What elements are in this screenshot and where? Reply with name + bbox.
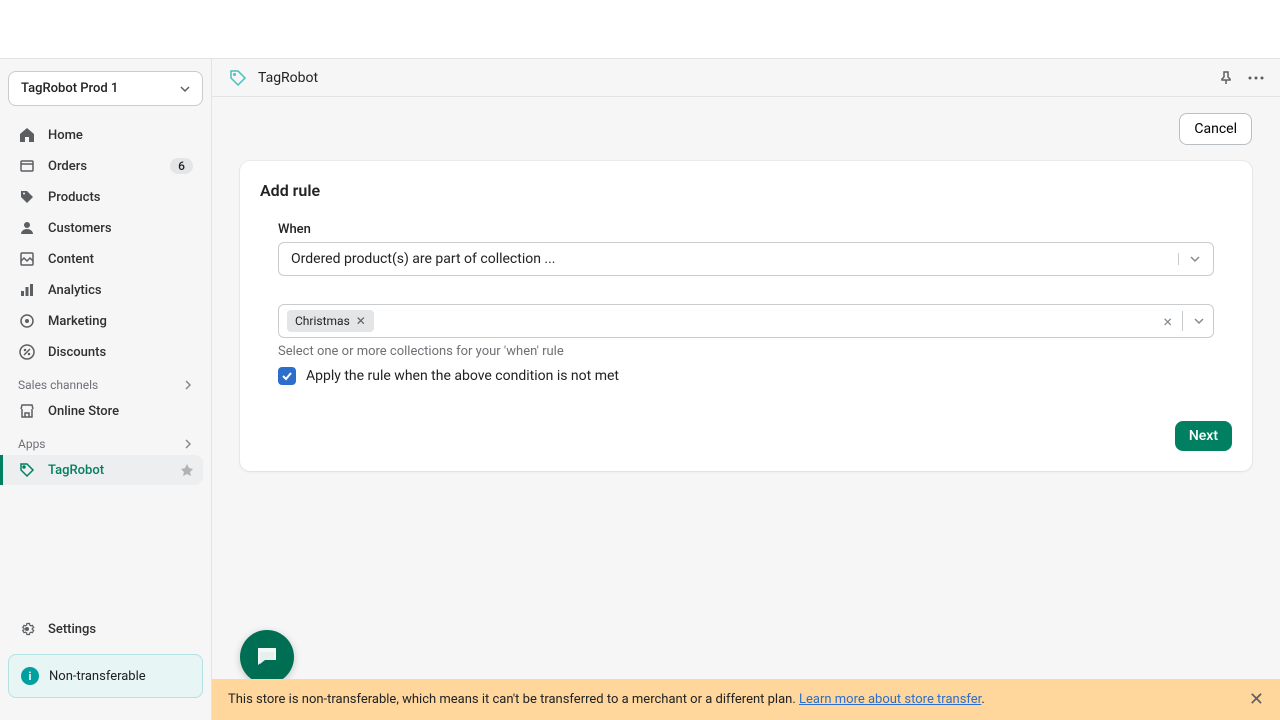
marketing-icon	[18, 312, 36, 330]
nav-label: Marketing	[48, 314, 107, 329]
nav-online-store[interactable]: Online Store	[8, 396, 203, 426]
chevron-down-icon	[180, 84, 190, 94]
nav-label: Content	[48, 252, 94, 267]
gear-icon	[18, 620, 36, 638]
negate-checkbox[interactable]	[278, 367, 296, 385]
divider	[1182, 311, 1183, 331]
add-rule-card: Add rule When Ordered product(s) are par…	[240, 161, 1252, 471]
app-header-bar: TagRobot	[212, 59, 1280, 97]
chevron-down-icon	[1178, 253, 1201, 265]
nav-tagrobot[interactable]: TagRobot	[0, 455, 203, 485]
nav-label: Customers	[48, 221, 112, 236]
checkbox-label: Apply the rule when the above condition …	[306, 368, 619, 384]
close-banner-icon[interactable]: ✕	[1249, 689, 1264, 710]
top-spacer	[0, 0, 1280, 59]
nav-label: Settings	[48, 622, 96, 637]
customers-icon	[18, 219, 36, 237]
select-value: Ordered product(s) are part of collectio…	[291, 251, 556, 267]
nav-label: Online Store	[48, 404, 119, 419]
helper-text: Select one or more collections for your …	[278, 344, 1214, 359]
tag-label: Christmas	[295, 314, 350, 328]
analytics-icon	[18, 281, 36, 299]
more-icon[interactable]	[1248, 76, 1264, 80]
nav-label: Analytics	[48, 283, 102, 298]
nav-marketing[interactable]: Marketing	[8, 306, 203, 336]
chevron-right-icon[interactable]	[183, 380, 193, 390]
clear-all-icon[interactable]: ×	[1163, 312, 1172, 331]
when-label: When	[278, 222, 1214, 237]
remove-tag-icon[interactable]: ✕	[356, 314, 366, 328]
nav-home[interactable]: Home	[8, 120, 203, 150]
chevron-down-icon[interactable]	[1193, 315, 1205, 327]
nav-label: Orders	[48, 159, 87, 174]
when-condition-select[interactable]: Ordered product(s) are part of collectio…	[278, 242, 1214, 276]
nav-label: Discounts	[48, 345, 106, 360]
home-icon	[18, 126, 36, 144]
nontransferable-notice: i Non-transferable	[8, 654, 203, 698]
orders-badge: 6	[170, 158, 193, 174]
content-area: TagRobot Cancel Add rule W	[212, 59, 1280, 720]
tagrobot-icon	[18, 461, 36, 479]
nav-orders[interactable]: Orders 6	[8, 151, 203, 181]
nav-settings[interactable]: Settings	[8, 614, 203, 644]
discounts-icon	[18, 343, 36, 361]
card-title: Add rule	[260, 181, 1232, 200]
content-icon	[18, 250, 36, 268]
app-title: TagRobot	[258, 70, 318, 86]
collections-select[interactable]: Christmas ✕ ×	[278, 304, 1214, 338]
nav-discounts[interactable]: Discounts	[8, 337, 203, 367]
nav-content[interactable]: Content	[8, 244, 203, 274]
store-icon	[18, 402, 36, 420]
store-selector[interactable]: TagRobot Prod 1	[8, 71, 203, 106]
pin-icon[interactable]	[1218, 70, 1234, 86]
tagrobot-app-icon	[228, 68, 248, 88]
info-icon: i	[21, 667, 39, 685]
next-button[interactable]: Next	[1175, 421, 1232, 451]
chat-widget[interactable]	[240, 630, 294, 684]
sidebar: TagRobot Prod 1 Home Orders 6	[0, 59, 212, 720]
pin-icon[interactable]	[181, 464, 193, 476]
store-name: TagRobot Prod 1	[21, 81, 118, 96]
nontransferable-banner: This store is non-transferable, which me…	[212, 679, 1280, 720]
sales-channels-header: Sales channels	[8, 368, 203, 396]
apps-header: Apps	[8, 427, 203, 455]
banner-link[interactable]: Learn more about store transfer	[799, 692, 981, 707]
tag-chip: Christmas ✕	[287, 310, 374, 332]
nav-label: TagRobot	[48, 463, 104, 478]
nav-label: Home	[48, 128, 83, 143]
nav-label: Products	[48, 190, 100, 205]
banner-text: This store is non-transferable, which me…	[228, 692, 985, 707]
nav-customers[interactable]: Customers	[8, 213, 203, 243]
products-icon	[18, 188, 36, 206]
orders-icon	[18, 157, 36, 175]
nav-analytics[interactable]: Analytics	[8, 275, 203, 305]
nav-products[interactable]: Products	[8, 182, 203, 212]
chevron-right-icon[interactable]	[183, 439, 193, 449]
cancel-button[interactable]: Cancel	[1179, 113, 1252, 145]
